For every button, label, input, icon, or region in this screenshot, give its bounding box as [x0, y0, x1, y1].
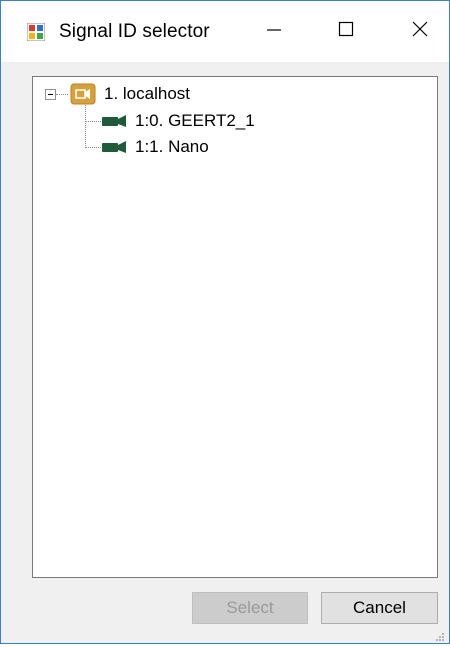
- tree-connector: [56, 94, 68, 95]
- minimize-icon: [266, 21, 282, 42]
- tree-node-localhost[interactable]: 1. localhost: [70, 82, 190, 106]
- minimize-button[interactable]: [251, 1, 297, 62]
- resize-grip-icon[interactable]: [435, 629, 445, 641]
- signal-tree-view[interactable]: 1. localhost 1:0. GEERT2_1 1:1. Nano: [32, 76, 438, 578]
- tree-connector: [85, 121, 101, 122]
- camera-icon: [102, 140, 128, 154]
- maximize-icon: [338, 21, 354, 42]
- tree-node-label: 1:1. Nano: [135, 137, 209, 156]
- tree-node-signal[interactable]: 1:0. GEERT2_1: [102, 109, 255, 133]
- tree-connector: [85, 105, 86, 148]
- cancel-button[interactable]: Cancel: [321, 592, 438, 624]
- title-bar[interactable]: Signal ID selector: [1, 1, 449, 62]
- tree-node-signal[interactable]: 1:1. Nano: [102, 135, 209, 159]
- host-camera-icon: [70, 83, 96, 105]
- window-title: Signal ID selector: [59, 21, 210, 42]
- tree-connector: [85, 147, 101, 148]
- dialog-window: Signal ID selector 1. localhost 1:0. GEE…: [0, 0, 450, 644]
- close-icon: [412, 21, 428, 42]
- collapse-toggle[interactable]: [45, 89, 56, 100]
- close-button[interactable]: [397, 1, 443, 62]
- tree-node-label: 1:0. GEERT2_1: [135, 111, 255, 130]
- select-button[interactable]: Select: [192, 592, 308, 624]
- camera-icon: [102, 114, 128, 128]
- maximize-button[interactable]: [323, 1, 369, 62]
- app-icon: [26, 22, 46, 42]
- tree-node-label: 1. localhost: [104, 84, 190, 103]
